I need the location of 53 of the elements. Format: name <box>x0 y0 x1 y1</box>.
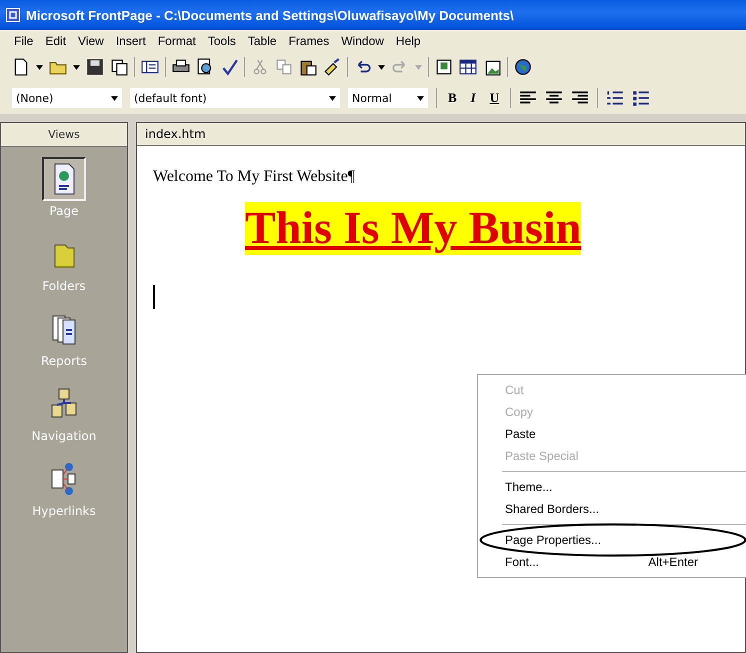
app-icon <box>6 8 20 22</box>
heading-text: This Is My Busin <box>245 202 582 255</box>
views-bar-header: Views <box>1 123 127 147</box>
text-cursor <box>153 284 155 309</box>
print-preview-icon[interactable] <box>196 58 214 76</box>
view-label: Page <box>49 204 79 218</box>
context-menu-item[interactable]: Shared Borders... <box>478 498 708 520</box>
dropdown-arrow-icon[interactable] <box>417 96 424 100</box>
style-dropdown[interactable]: (None) <box>12 88 122 108</box>
save-icon[interactable] <box>86 58 104 76</box>
view-label: Reports <box>40 354 88 368</box>
paragraph-text: Welcome To My First Website¶ <box>153 168 356 186</box>
view-label: Folders <box>42 279 86 293</box>
globe-icon[interactable] <box>514 58 532 76</box>
spelling-icon[interactable] <box>220 58 238 76</box>
menu-item[interactable]: View <box>78 34 104 48</box>
menu-item[interactable]: Help <box>396 34 421 48</box>
context-menu-item[interactable]: Paste <box>478 423 708 445</box>
context-menu-item[interactable]: Theme... <box>478 476 708 498</box>
picture-icon[interactable] <box>483 58 501 76</box>
copy-icon[interactable] <box>275 58 293 76</box>
numbered-list-icon[interactable] <box>606 89 624 107</box>
format-painter-icon[interactable] <box>323 58 341 76</box>
menu-item[interactable]: Table <box>248 34 277 48</box>
web-component-icon[interactable] <box>435 58 453 76</box>
publish-icon[interactable] <box>110 58 128 76</box>
menu-item[interactable]: Format <box>158 34 196 48</box>
menu-item[interactable]: File <box>14 34 34 48</box>
view-label: Hyperlinks <box>32 504 96 518</box>
bold-button[interactable]: B <box>445 90 460 106</box>
menu-item[interactable]: Frames <box>288 34 330 48</box>
context-menu-item[interactable]: Font... Alt+Enter <box>478 551 708 573</box>
paste-icon[interactable] <box>299 58 317 76</box>
dropdown-arrow-icon[interactable] <box>111 96 118 100</box>
new-page-icon[interactable] <box>12 58 30 76</box>
dropdown-arrow-icon[interactable] <box>36 64 43 70</box>
font-size-dropdown[interactable]: Normal <box>348 88 428 108</box>
window-title: Microsoft FrontPage - C:\Documents and Settings\Oluwafisayo\My Documents\ <box>26 8 514 22</box>
bulleted-list-icon[interactable] <box>632 89 650 107</box>
menu-item[interactable]: Edit <box>45 34 66 48</box>
view-label: Navigation <box>32 429 96 443</box>
menu-item[interactable]: Window <box>341 34 384 48</box>
dropdown-arrow-icon[interactable] <box>329 96 336 100</box>
document-tab[interactable]: index.htm <box>145 127 206 141</box>
menu-item[interactable]: Insert <box>116 34 146 48</box>
font-dropdown[interactable]: (default font) <box>130 88 340 108</box>
italic-button[interactable]: I <box>468 90 479 106</box>
table-icon[interactable] <box>459 58 477 76</box>
folder-list-icon[interactable] <box>141 58 159 76</box>
underline-button[interactable]: U <box>486 90 502 106</box>
menu-item[interactable]: Tools <box>208 34 236 48</box>
dropdown-arrow-icon[interactable] <box>378 64 385 70</box>
dropdown-arrow-icon[interactable] <box>73 64 80 70</box>
